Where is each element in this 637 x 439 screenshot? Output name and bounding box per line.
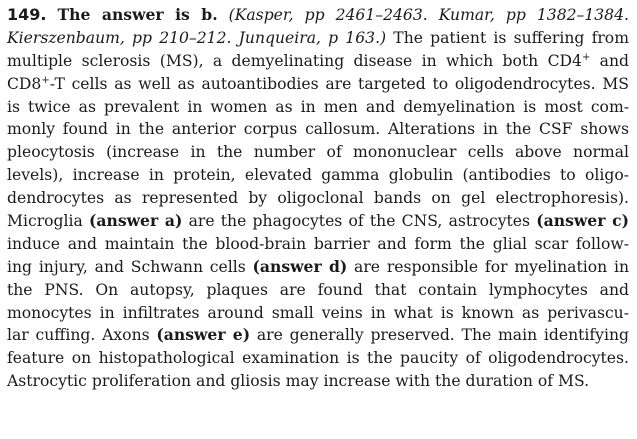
- answer-c-label: (answer c): [536, 211, 629, 231]
- text-l1-tail: The patient is suffering from: [393, 28, 629, 47]
- text-l12-a: ing injury, and Schwann cells: [7, 257, 253, 276]
- references-part2: Kierszenbaum, pp 210–212. Junqueira, p 1…: [7, 28, 387, 47]
- references-part1: (Kasper, pp 2461–2463. Kumar, pp 1382–13…: [228, 6, 629, 24]
- text-l12-b: are responsible for myelination in: [347, 257, 629, 276]
- text-line-13: the PNS. On autopsy, plaques are found t…: [7, 280, 629, 299]
- question-number: 149.: [7, 5, 47, 24]
- text-line-5: is twice as prevalent in women as in men…: [7, 97, 629, 116]
- text-line-3: multiple sclerosis (MS), a demyelinating…: [7, 50, 629, 73]
- text-line-7: pleocytosis (increase in the number of m…: [7, 143, 629, 162]
- answer-d-label: (answer d): [252, 256, 348, 276]
- answer-a-label: (answer a): [89, 211, 183, 231]
- text-line-14: monocytes in infiltrates around small ve…: [7, 303, 629, 322]
- text-line-10: Microglia (answer a) are the phagocytes …: [7, 210, 629, 233]
- text-line-15: lar cuffing. Axons (answer e) are genera…: [7, 324, 629, 347]
- text-l15-b: are generally preserved. The main identi…: [250, 326, 629, 345]
- text-line-9: dendrocytes as represented by oligoclona…: [7, 189, 629, 208]
- text-line-8: levels), increase in protein, elevated g…: [7, 166, 629, 185]
- superscript-plus: +: [41, 74, 50, 86]
- text-l3-b: and: [590, 51, 630, 70]
- text-line-4: CD8+-T cells as well as autoantibodies a…: [7, 73, 629, 96]
- answer-explanation: 149. The answer is b. (Kasper, pp 2461–2…: [7, 4, 629, 393]
- answer-e-label: (answer e): [156, 325, 251, 345]
- text-line-11: induce and maintain the blood-brain barr…: [7, 234, 629, 253]
- text-line-1: 149. The answer is b. (Kasper, pp 2461–2…: [7, 4, 629, 27]
- text-l10-a: Microglia: [7, 212, 90, 231]
- text-l10-b: are the phagocytes of the CNS, astrocyte…: [182, 212, 537, 231]
- text-line-2: Kierszenbaum, pp 210–212. Junqueira, p 1…: [7, 27, 629, 50]
- answer-heading: The answer is b.: [57, 5, 218, 24]
- text-line-17: Astrocytic proliferation and gliosis may…: [7, 372, 590, 391]
- text-l3-a: multiple sclerosis (MS), a demyelinating…: [7, 51, 582, 70]
- text-l15-a: lar cuffing. Axons: [7, 326, 157, 345]
- text-line-12: ing injury, and Schwann cells (answer d)…: [7, 256, 629, 279]
- text-line-6: monly found in the anterior corpus callo…: [7, 120, 629, 139]
- text-line-16: feature on histopathological examination…: [7, 349, 629, 368]
- text-l4-a: CD8: [7, 74, 42, 93]
- text-l4-b: -T cells as well as autoantibodies are t…: [49, 74, 629, 93]
